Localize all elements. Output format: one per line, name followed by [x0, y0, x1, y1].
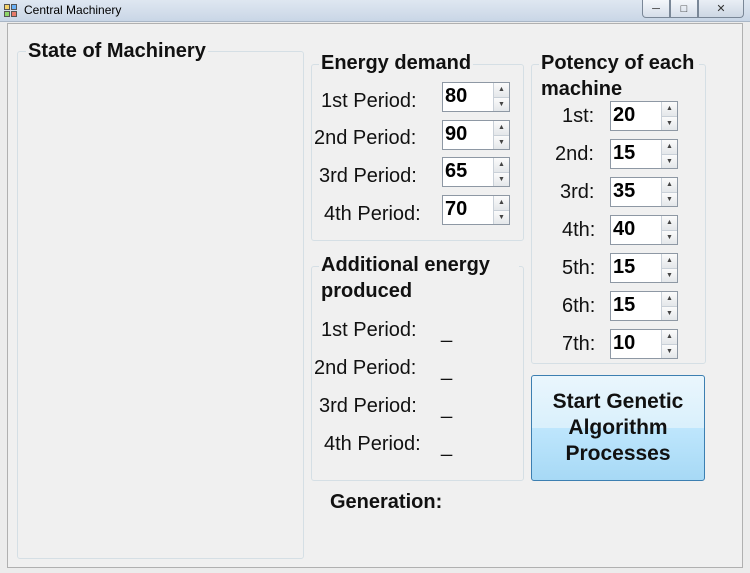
- spin-down-icon[interactable]: ▼: [494, 172, 509, 186]
- potency-input-7[interactable]: 10 ▲ ▼: [610, 329, 678, 359]
- additional-energy-label-4: 4th Period:: [324, 433, 421, 455]
- spin-up-icon[interactable]: ▲: [662, 140, 677, 155]
- additional-energy-title: Additional energy produced: [319, 252, 519, 304]
- maximize-icon: □: [680, 2, 688, 15]
- potency-label-6: 6th:: [562, 295, 596, 317]
- close-icon: ✕: [716, 3, 726, 15]
- spin-down-icon[interactable]: ▼: [494, 135, 509, 149]
- additional-energy-value-3: _: [441, 397, 453, 419]
- spin-down-icon[interactable]: ▼: [662, 230, 677, 244]
- spin-up-icon[interactable]: ▲: [662, 254, 677, 269]
- energy-demand-label-3: 3rd Period:: [319, 165, 417, 187]
- window-client-area: State of Machinery Energy demand 1st Per…: [7, 23, 743, 568]
- potency-input-4[interactable]: 40 ▲ ▼: [610, 215, 678, 245]
- spin-down-icon[interactable]: ▼: [662, 192, 677, 206]
- additional-energy-value-2: _: [441, 359, 453, 381]
- spin-down-icon[interactable]: ▼: [494, 210, 509, 224]
- spin-up-icon[interactable]: ▲: [662, 330, 677, 345]
- energy-demand-input-2[interactable]: 90 ▲ ▼: [442, 120, 510, 150]
- spin-up-icon[interactable]: ▲: [494, 158, 509, 173]
- window-controls: ─ □ ✕: [642, 0, 744, 18]
- spin-up-icon[interactable]: ▲: [662, 216, 677, 231]
- potency-label-4: 4th:: [562, 219, 596, 241]
- spin-down-icon[interactable]: ▼: [494, 97, 509, 111]
- spin-down-icon[interactable]: ▼: [662, 154, 677, 168]
- spin-up-icon[interactable]: ▲: [662, 178, 677, 193]
- potency-label-1: 1st:: [562, 105, 595, 127]
- close-button[interactable]: ✕: [698, 0, 744, 18]
- spin-up-icon[interactable]: ▲: [662, 102, 677, 117]
- start-genetic-algorithm-button[interactable]: Start Genetic Algorithm Processes: [531, 375, 705, 481]
- maximize-button[interactable]: □: [670, 0, 698, 18]
- spin-up-icon[interactable]: ▲: [662, 292, 677, 307]
- potency-input-5[interactable]: 15 ▲ ▼: [610, 253, 678, 283]
- additional-energy-value-4: _: [441, 435, 453, 457]
- energy-demand-title: Energy demand: [319, 51, 474, 75]
- spin-down-icon[interactable]: ▼: [662, 306, 677, 320]
- spin-up-icon[interactable]: ▲: [494, 121, 509, 136]
- state-of-machinery-title: State of Machinery: [26, 39, 208, 63]
- additional-energy-label-1: 1st Period:: [321, 319, 417, 341]
- energy-demand-label-4: 4th Period:: [324, 203, 421, 225]
- potency-label-2: 2nd:: [555, 143, 594, 165]
- title-bar: Central Machinery ─ □ ✕: [0, 0, 750, 22]
- generation-label: Generation:: [330, 491, 443, 513]
- minimize-button[interactable]: ─: [642, 0, 670, 18]
- energy-demand-input-1[interactable]: 80 ▲ ▼: [442, 82, 510, 112]
- spin-down-icon[interactable]: ▼: [662, 268, 677, 282]
- potency-label-3: 3rd:: [560, 181, 595, 203]
- spin-up-icon[interactable]: ▲: [494, 83, 509, 98]
- energy-demand-input-4[interactable]: 70 ▲ ▼: [442, 195, 510, 225]
- app-icon: [4, 4, 18, 18]
- potency-input-3[interactable]: 35 ▲ ▼: [610, 177, 678, 207]
- state-of-machinery-group: [17, 51, 304, 559]
- potency-input-1[interactable]: 20 ▲ ▼: [610, 101, 678, 131]
- potency-label-5: 5th:: [562, 257, 596, 279]
- spin-up-icon[interactable]: ▲: [494, 196, 509, 211]
- additional-energy-label-3: 3rd Period:: [319, 395, 417, 417]
- energy-demand-input-3[interactable]: 65 ▲ ▼: [442, 157, 510, 187]
- energy-demand-label-1: 1st Period:: [321, 90, 417, 112]
- potency-title: Potency of each machine: [539, 50, 699, 102]
- window-title: Central Machinery: [24, 3, 122, 17]
- potency-input-2[interactable]: 15 ▲ ▼: [610, 139, 678, 169]
- additional-energy-value-1: _: [441, 321, 453, 343]
- spin-down-icon[interactable]: ▼: [662, 344, 677, 358]
- potency-label-7: 7th:: [562, 333, 596, 355]
- additional-energy-label-2: 2nd Period:: [314, 357, 417, 379]
- energy-demand-label-2: 2nd Period:: [314, 127, 417, 149]
- potency-input-6[interactable]: 15 ▲ ▼: [610, 291, 678, 321]
- minimize-icon: ─: [652, 2, 660, 15]
- spin-down-icon[interactable]: ▼: [662, 116, 677, 130]
